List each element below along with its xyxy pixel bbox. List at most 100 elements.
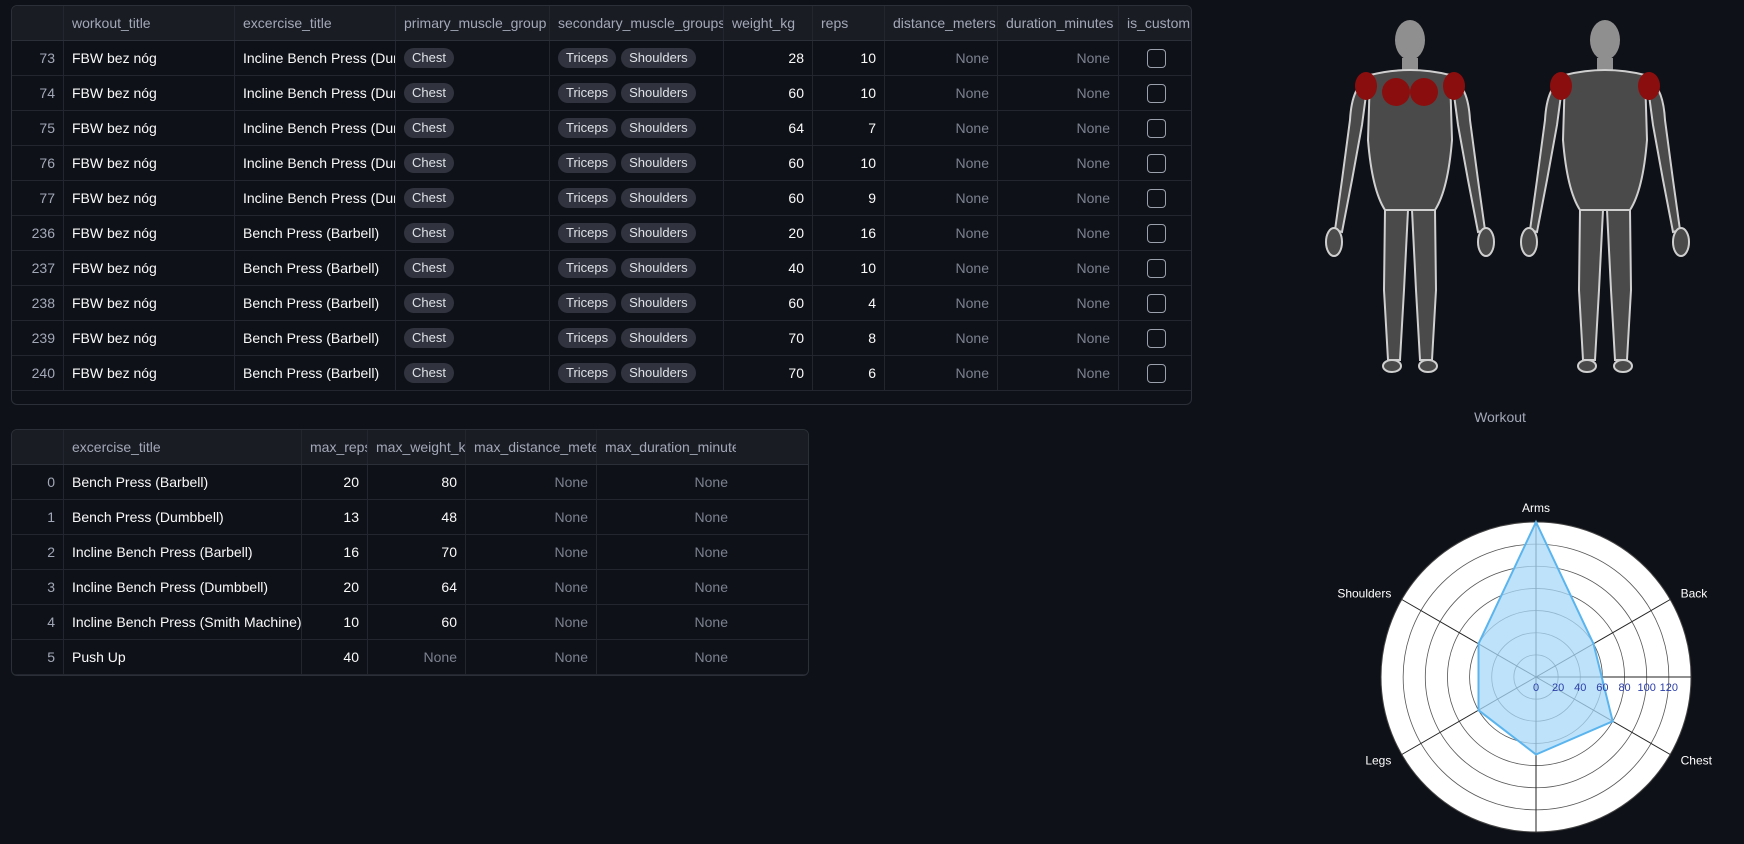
row-index[interactable]: 239: [12, 321, 64, 355]
workout-title-cell[interactable]: FBW bez nóg: [64, 356, 235, 390]
is-custom-checkbox[interactable]: [1146, 293, 1166, 313]
max-reps-cell[interactable]: 10: [302, 605, 368, 639]
reps-cell[interactable]: 8: [813, 321, 885, 355]
row-index[interactable]: 74: [12, 76, 64, 110]
row-index[interactable]: 5: [12, 640, 64, 674]
weight-cell[interactable]: 60: [724, 181, 813, 215]
exercise-title-cell[interactable]: Bench Press (Barbell): [235, 286, 396, 320]
row-index[interactable]: 2: [12, 535, 64, 569]
exercise-title-cell[interactable]: Incline Bench Press (Dumbbell): [235, 146, 396, 180]
max-distance-cell[interactable]: None: [466, 640, 597, 674]
table-row[interactable]: 76FBW bez nógIncline Bench Press (Dumbbe…: [12, 146, 1191, 181]
weight-cell[interactable]: 70: [724, 356, 813, 390]
secondary-muscle-cell[interactable]: Triceps Shoulders: [550, 76, 724, 110]
exercise-title-header[interactable]: excercise_title: [235, 6, 396, 40]
weight-header[interactable]: weight_kg: [724, 6, 813, 40]
exercise-title-cell[interactable]: Incline Bench Press (Dumbbell): [235, 41, 396, 75]
workout-title-cell[interactable]: FBW bez nóg: [64, 76, 235, 110]
weight-cell[interactable]: 20: [724, 216, 813, 250]
row-index[interactable]: 238: [12, 286, 64, 320]
is-custom-cell[interactable]: [1119, 146, 1191, 180]
table-row[interactable]: 74FBW bez nógIncline Bench Press (Dumbbe…: [12, 76, 1191, 111]
max-distance-cell[interactable]: None: [466, 465, 597, 499]
primary-muscle-cell[interactable]: Chest: [396, 286, 550, 320]
distance-cell[interactable]: None: [885, 321, 998, 355]
exercise-title-cell[interactable]: Bench Press (Barbell): [235, 356, 396, 390]
sets-table[interactable]: workout_title excercise_title primary_musc…: [11, 5, 1192, 405]
is-custom-cell[interactable]: [1119, 356, 1191, 390]
exercise-title-cell[interactable]: Bench Press (Barbell): [235, 321, 396, 355]
personal-records-table[interactable]: excercise_title max_reps max_weight_kg max_…: [11, 429, 809, 676]
exercise-title-header[interactable]: excercise_title: [64, 430, 302, 464]
table-row[interactable]: 240 FBW bez nóg Bench Press (Barbell) Chest…: [12, 356, 1191, 391]
distance-header[interactable]: distance_meters: [885, 6, 998, 40]
table-row[interactable]: 2 Incline Bench Press (Barbell) 16 70 None No…: [12, 535, 808, 570]
is-custom-cell[interactable]: [1119, 286, 1191, 320]
duration-cell[interactable]: None: [998, 356, 1119, 390]
row-index[interactable]: 73: [12, 41, 64, 75]
primary-muscle-cell[interactable]: Chest: [396, 356, 550, 390]
row-index[interactable]: 1: [12, 500, 64, 534]
weight-cell[interactable]: 60: [724, 76, 813, 110]
row-index[interactable]: 75: [12, 111, 64, 145]
max-distance-header[interactable]: max_distance_meters: [466, 430, 597, 464]
row-index[interactable]: 240: [12, 356, 64, 390]
distance-cell[interactable]: None: [885, 76, 998, 110]
distance-cell[interactable]: None: [885, 181, 998, 215]
exercise-title-cell[interactable]: Bench Press (Barbell): [64, 465, 302, 499]
is-custom-cell[interactable]: [1119, 41, 1191, 75]
table-row[interactable]: 1 Bench Press (Dumbbell) 13 48 None None: [12, 500, 808, 535]
index-header[interactable]: [12, 6, 64, 40]
exercise-title-cell[interactable]: Incline Bench Press (Dumbbell): [235, 181, 396, 215]
primary-muscle-cell[interactable]: Chest: [396, 76, 550, 110]
duration-cell[interactable]: None: [998, 251, 1119, 285]
exercise-title-cell[interactable]: Incline Bench Press (Dumbbell): [235, 76, 396, 110]
is-custom-cell[interactable]: [1119, 321, 1191, 355]
max-duration-header[interactable]: max_duration_minutes: [597, 430, 736, 464]
max-weight-cell[interactable]: 64: [368, 570, 466, 604]
is-custom-checkbox[interactable]: [1146, 118, 1166, 138]
max-duration-cell[interactable]: None: [597, 570, 736, 604]
workout-title-cell[interactable]: FBW bez nóg: [64, 216, 235, 250]
row-index[interactable]: 76: [12, 146, 64, 180]
max-weight-header[interactable]: max_weight_kg: [368, 430, 466, 464]
secondary-muscle-cell[interactable]: Triceps Shoulders: [550, 41, 724, 75]
max-duration-cell[interactable]: None: [597, 605, 736, 639]
primary-muscle-header[interactable]: primary_muscle_group: [396, 6, 550, 40]
distance-cell[interactable]: None: [885, 286, 998, 320]
max-reps-header[interactable]: max_reps: [302, 430, 368, 464]
weight-cell[interactable]: 64: [724, 111, 813, 145]
exercise-title-cell[interactable]: Bench Press (Dumbbell): [64, 500, 302, 534]
exercise-title-cell[interactable]: Push Up: [64, 640, 302, 674]
max-weight-cell[interactable]: 70: [368, 535, 466, 569]
max-duration-cell[interactable]: None: [597, 465, 736, 499]
max-reps-cell[interactable]: 40: [302, 640, 368, 674]
reps-cell[interactable]: 9: [813, 181, 885, 215]
secondary-muscle-header[interactable]: secondary_muscle_groups: [550, 6, 724, 40]
primary-muscle-cell[interactable]: Chest: [396, 251, 550, 285]
max-reps-cell[interactable]: 16: [302, 535, 368, 569]
table-row[interactable]: 77FBW bez nógIncline Bench Press (Dumbbe…: [12, 181, 1191, 216]
weight-cell[interactable]: 60: [724, 286, 813, 320]
reps-cell[interactable]: 4: [813, 286, 885, 320]
is-custom-checkbox[interactable]: [1146, 223, 1166, 243]
secondary-muscle-cell[interactable]: Triceps Shoulders: [550, 111, 724, 145]
max-distance-cell[interactable]: None: [466, 570, 597, 604]
exercise-title-cell[interactable]: Bench Press (Barbell): [235, 216, 396, 250]
reps-cell[interactable]: 10: [813, 41, 885, 75]
reps-cell[interactable]: 10: [813, 146, 885, 180]
is-custom-checkbox[interactable]: [1146, 153, 1166, 173]
table-row[interactable]: 75FBW bez nógIncline Bench Press (Dumbbe…: [12, 111, 1191, 146]
reps-cell[interactable]: 7: [813, 111, 885, 145]
duration-cell[interactable]: None: [998, 41, 1119, 75]
max-reps-cell[interactable]: 20: [302, 465, 368, 499]
secondary-muscle-cell[interactable]: Triceps Shoulders: [550, 216, 724, 250]
workout-title-cell[interactable]: FBW bez nóg: [64, 251, 235, 285]
row-index[interactable]: 237: [12, 251, 64, 285]
table-row[interactable]: 0 Bench Press (Barbell) 20 80 None None: [12, 465, 808, 500]
primary-muscle-cell[interactable]: Chest: [396, 216, 550, 250]
duration-cell[interactable]: None: [998, 146, 1119, 180]
secondary-muscle-cell[interactable]: Triceps Shoulders: [550, 146, 724, 180]
reps-cell[interactable]: 10: [813, 76, 885, 110]
duration-cell[interactable]: None: [998, 181, 1119, 215]
